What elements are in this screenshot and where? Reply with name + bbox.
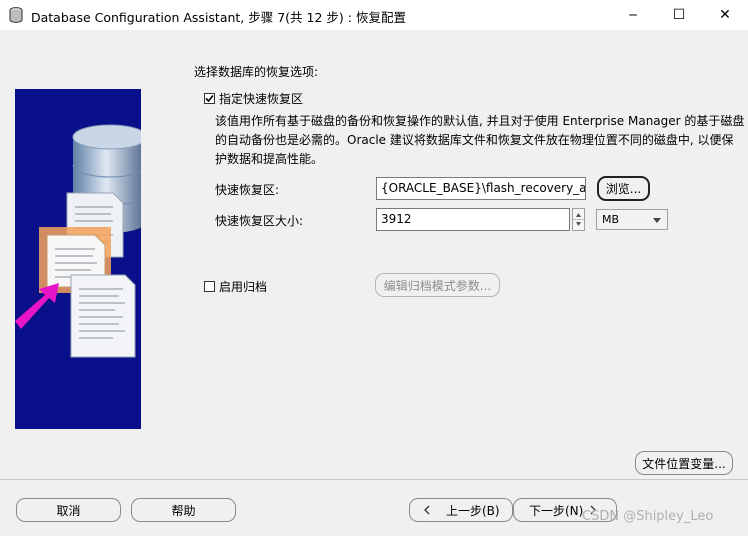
chevron-left-icon [424, 505, 430, 515]
minimize-icon: ─ [629, 8, 637, 22]
fra-size-spinner[interactable] [572, 208, 585, 231]
window-title: Database Configuration Assistant, 步骤 7(共… [31, 10, 406, 25]
edit-archive-params-button[interactable]: 编辑归档模式参数... [375, 273, 500, 297]
spinner-arrows-icon [573, 213, 584, 226]
fra-size-input[interactable]: 3912 [376, 208, 570, 231]
chevron-down-icon [653, 218, 661, 223]
footer-divider [0, 479, 748, 480]
close-button[interactable]: ✕ [702, 0, 748, 30]
database-app-icon [9, 7, 23, 23]
size-unit-value: MB [602, 213, 620, 226]
close-icon: ✕ [719, 7, 731, 23]
fra-description-line: 该值用作所有基于磁盘的备份和恢复操作的默认值, 并且对于使用 Enterpris… [215, 114, 745, 128]
archive-checkbox-row[interactable]: 启用归档 [204, 278, 267, 295]
next-button-label: 下一步(N) [529, 503, 584, 518]
fra-location-input[interactable]: {ORACLE_BASE}\flash_recovery_area [376, 177, 586, 200]
back-button-label: 上一步(B) [446, 503, 500, 518]
document-icon [70, 274, 136, 358]
archive-checkbox[interactable] [204, 281, 215, 292]
fra-checkbox-row[interactable]: 指定快速恢复区 [204, 90, 303, 107]
recovery-illustration-graphic [15, 124, 141, 358]
fra-location-label: 快速恢复区: [215, 183, 280, 197]
fra-checkbox-label: 指定快速恢复区 [219, 92, 304, 106]
back-button[interactable]: 上一步(B) [409, 498, 513, 522]
size-unit-select[interactable]: MB [596, 209, 668, 230]
maximize-button[interactable]: ☐ [656, 0, 702, 30]
checkmark-icon [205, 94, 214, 103]
watermark: CSDN @Shipley_Leo [582, 509, 714, 524]
browse-button[interactable]: 浏览... [597, 176, 650, 201]
fra-size-label: 快速恢复区大小: [215, 214, 304, 228]
minimize-button[interactable]: ─ [610, 0, 656, 30]
fra-description-line: 的自动备份也是必需的。Oracle 建议将数据库文件和恢复文件放在物理位置不同的… [215, 133, 734, 147]
archive-checkbox-label: 启用归档 [219, 280, 268, 294]
recovery-heading: 选择数据库的恢复选项: [194, 65, 319, 79]
recovery-illustration [15, 89, 141, 429]
help-button[interactable]: 帮助 [131, 498, 236, 522]
file-location-variables-button[interactable]: 文件位置变量... [635, 451, 733, 475]
fra-checkbox[interactable] [204, 93, 215, 104]
fra-description: 该值用作所有基于磁盘的备份和恢复操作的默认值, 并且对于使用 Enterpris… [215, 112, 745, 169]
fra-description-line: 护数据和提高性能。 [215, 152, 324, 166]
maximize-icon: ☐ [672, 7, 686, 23]
cancel-button[interactable]: 取消 [16, 498, 121, 522]
restore-arrow-icon [15, 283, 59, 329]
